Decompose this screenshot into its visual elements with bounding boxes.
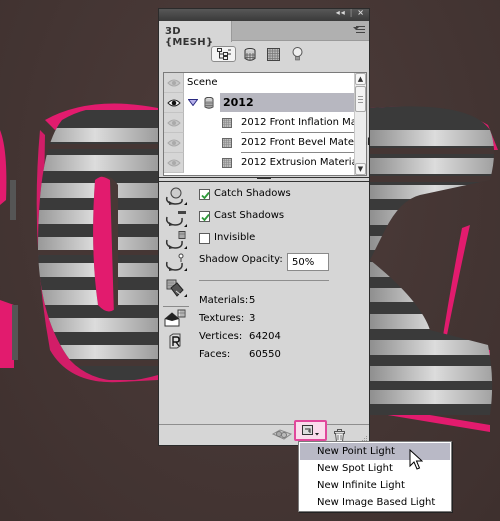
catch-shadows-checkbox[interactable] <box>199 189 210 200</box>
stat-label: Textures: <box>199 313 245 324</box>
stat-label: Vertices: <box>199 331 243 342</box>
invisible-checkbox[interactable] <box>199 233 210 244</box>
toggle-ground-plane-button[interactable] <box>272 426 292 444</box>
visibility-toggle[interactable] <box>164 73 184 93</box>
artwork-digit-2-right <box>370 106 498 432</box>
menu-item-new-image-based-light[interactable]: New Image Based Light <box>300 494 450 511</box>
filter-meshes-button[interactable] <box>240 46 260 62</box>
collapse-panel-button[interactable]: ◂◂ <box>336 8 346 17</box>
tree-row-material[interactable]: 2012 Front Bevel Material <box>164 133 370 153</box>
tree-row-scene[interactable]: Scene <box>164 73 356 93</box>
drag-mesh-tool[interactable] <box>163 231 187 251</box>
paint-bucket-icon <box>166 279 187 297</box>
tree-row-label: 2012 Front Inflation Ma... <box>241 117 367 128</box>
tree-row-material[interactable]: 2012 Front Inflation Ma... <box>164 113 366 133</box>
menu-item-new-spot-light[interactable]: New Spot Light <box>300 460 450 477</box>
menu-item-new-point-light[interactable]: New Point Light <box>300 443 450 460</box>
tab-3d-mesh[interactable]: 3D {MESH} <box>159 21 232 48</box>
filter-toolbar <box>159 41 369 68</box>
render-r-icon <box>169 333 181 349</box>
scene-tree-icon <box>216 48 231 60</box>
ground-plane-icon <box>272 429 292 440</box>
filter-materials-button[interactable] <box>263 46 283 62</box>
eye-icon <box>166 99 181 106</box>
visibility-toggle[interactable] <box>164 153 184 173</box>
eye-icon <box>166 119 181 126</box>
stat-value: 64204 <box>249 331 281 342</box>
catch-shadows-label: Catch Shadows <box>214 188 291 199</box>
eye-icon <box>166 159 181 166</box>
filter-lights-button[interactable] <box>287 46 307 62</box>
panel-titlebar[interactable]: ◂◂ | × <box>159 8 369 21</box>
stat-label: Faces: <box>199 349 231 360</box>
roll-mesh-tool[interactable] <box>163 209 187 229</box>
3d-mesh-panel: ◂◂ | × 3D {MESH} Scene 2012 2012 Front I… <box>158 8 370 446</box>
filter-whole-scene-button[interactable] <box>211 46 236 62</box>
slide-mesh-tool[interactable] <box>163 253 187 273</box>
checkmark-icon <box>201 213 210 222</box>
material-drop-tool[interactable] <box>163 279 187 299</box>
stat-value: 5 <box>249 295 256 306</box>
visibility-toggle[interactable] <box>164 93 184 113</box>
rotate-mesh-tool[interactable] <box>163 187 187 207</box>
scroll-thumb[interactable] <box>355 86 366 112</box>
tree-row-material[interactable]: 2012 Extrusion Material <box>164 153 360 173</box>
material-icon <box>222 118 232 128</box>
stat-value: 3 <box>249 313 256 324</box>
visibility-toggle[interactable] <box>164 133 184 153</box>
eye-icon <box>166 79 181 86</box>
panel-tab-row: 3D {MESH} <box>159 21 369 48</box>
stat-value: 60550 <box>249 349 281 360</box>
new-light-icon <box>301 424 319 435</box>
rotate-sphere-icon <box>165 187 187 205</box>
artwork-digit-2-left <box>0 130 18 368</box>
tree-row-label: 2012 Front Bevel Material <box>241 137 370 148</box>
artwork-digit-0 <box>36 103 158 383</box>
tree-row-label: Scene <box>187 77 218 88</box>
new-light-button[interactable] <box>294 420 327 441</box>
roll-icon <box>165 211 187 227</box>
tree-row-label: 2012 Extrusion Material <box>241 157 361 168</box>
visibility-toggle[interactable] <box>164 113 184 133</box>
eye-icon <box>166 139 181 146</box>
material-icon <box>222 138 232 148</box>
tree-row-mesh-2012[interactable]: 2012 <box>164 93 356 113</box>
new-light-menu: New Point Light New Spot Light New Infin… <box>298 441 452 512</box>
material-grid-icon <box>266 47 280 61</box>
tools-divider <box>163 306 189 307</box>
mesh-cylinder-icon <box>244 47 256 61</box>
material-icon <box>222 158 232 168</box>
scroll-down-button[interactable]: ▼ <box>355 163 366 175</box>
stat-label: Materials: <box>199 295 249 306</box>
menu-item-new-infinite-light[interactable]: New Infinite Light <box>300 477 450 494</box>
expand-triangle-icon[interactable] <box>188 99 198 106</box>
drag-mesh-icon <box>165 231 187 249</box>
mouse-cursor-icon <box>409 449 423 470</box>
render-settings[interactable] <box>163 332 187 352</box>
invisible-label: Invisible <box>214 232 256 243</box>
mesh-cylinder-icon <box>204 97 214 109</box>
house-grid-icon <box>164 309 186 327</box>
properties-divider <box>199 280 329 281</box>
scene-tree-list: Scene 2012 2012 Front Inflation Ma... 20… <box>163 72 370 176</box>
cast-shadows-label: Cast Shadows <box>214 210 285 221</box>
checkmark-icon <box>201 191 210 200</box>
scroll-up-button[interactable]: ▲ <box>355 73 366 85</box>
cast-shadows-checkbox[interactable] <box>199 211 210 222</box>
footer-divider <box>159 424 369 425</box>
toggle-3d-extras[interactable] <box>163 309 187 329</box>
panel-splitter[interactable] <box>159 177 369 182</box>
tree-row-label: 2012 <box>223 96 254 109</box>
light-bulb-icon <box>292 47 302 61</box>
close-panel-button[interactable]: × <box>357 8 365 17</box>
trash-icon <box>333 428 345 442</box>
shadow-opacity-input[interactable]: 50% <box>287 253 329 271</box>
slide-icon <box>165 253 187 271</box>
shadow-opacity-label: Shadow Opacity: <box>199 254 283 265</box>
tree-scrollbar[interactable]: ▲ ▼ <box>354 73 366 175</box>
panel-menu-icon[interactable] <box>353 26 365 36</box>
